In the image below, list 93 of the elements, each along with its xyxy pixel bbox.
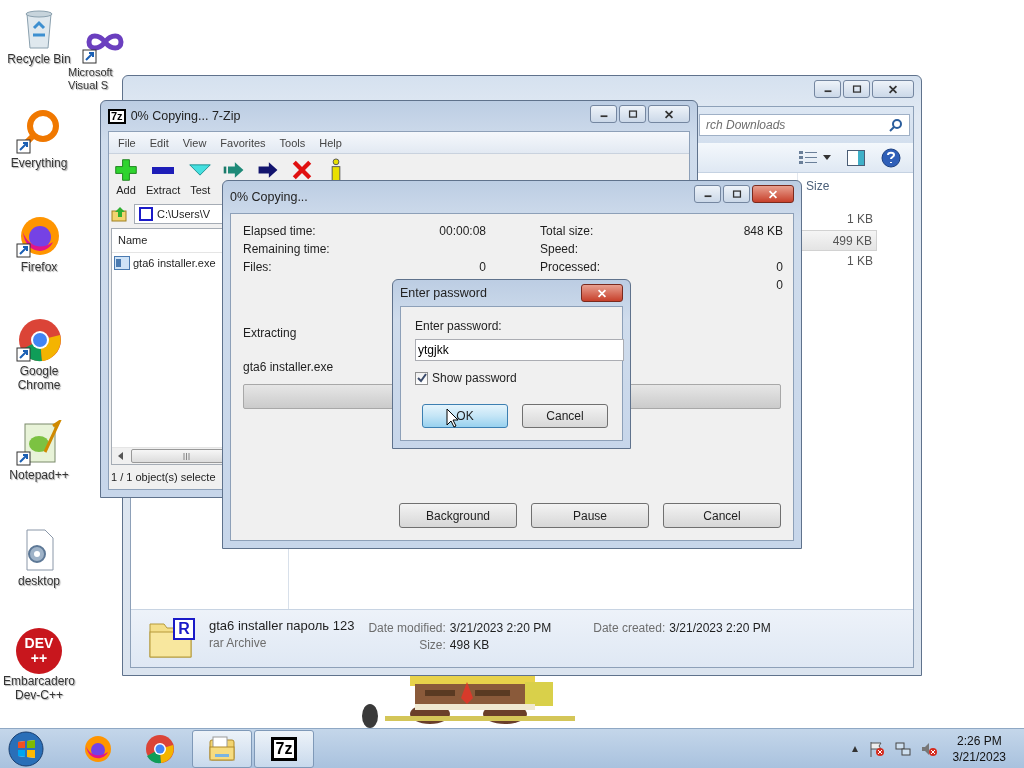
desktop-icon-label[interactable]: Everything xyxy=(0,156,78,170)
menu-item[interactable]: Favorites xyxy=(213,134,273,151)
preview-pane-icon[interactable] xyxy=(847,149,865,166)
minimize-button[interactable] xyxy=(694,185,721,203)
toolbar-button[interactable]: Test xyxy=(183,158,218,196)
stat-label: Remaining time: xyxy=(243,242,331,258)
checkbox[interactable] xyxy=(415,371,428,385)
maximize-button[interactable] xyxy=(619,105,646,123)
desktop-icon-label[interactable]: Google Chrome xyxy=(0,364,78,392)
window-title: 0% Copying... xyxy=(230,190,308,204)
maximize-icon xyxy=(850,84,863,94)
stat-value: 0 xyxy=(775,260,783,276)
stat-label: Total size: xyxy=(540,224,595,240)
stat-value: 848 KB xyxy=(743,224,783,240)
dialog-button[interactable]: OK xyxy=(422,404,508,428)
file-explorer-taskbar-button[interactable] xyxy=(192,729,252,768)
desktop-icon-label[interactable]: Embarcadero Dev-C++ xyxy=(0,674,78,702)
grip-icon xyxy=(182,452,190,460)
7-zip-logo: 7z xyxy=(108,108,126,124)
stat-value: 0 xyxy=(478,260,486,276)
view-options-icon[interactable] xyxy=(799,149,817,166)
desktop-icon-label[interactable]: Recycle Bin xyxy=(0,52,78,66)
maximize-icon xyxy=(626,109,639,119)
info-icon xyxy=(331,158,342,182)
checkbox-label[interactable]: Show password xyxy=(432,371,517,385)
chrome-icon xyxy=(145,733,175,764)
dev-cpp-logo: DEV ++ xyxy=(16,628,62,674)
stat-label: Speed: xyxy=(540,242,580,258)
maximize-icon xyxy=(730,189,743,199)
menu-item[interactable]: Help xyxy=(312,134,349,151)
close-icon xyxy=(767,189,779,199)
file-icon xyxy=(114,256,130,270)
minimize-button[interactable] xyxy=(590,105,617,123)
dialog-button[interactable]: Pause xyxy=(531,503,649,528)
caret-up-icon[interactable] xyxy=(850,745,859,752)
detail-value: 498 KB xyxy=(449,638,491,652)
dialog-button[interactable]: Cancel xyxy=(663,503,781,528)
flag-icon[interactable] xyxy=(868,740,885,757)
chrome-icon xyxy=(15,316,63,364)
menu-item[interactable]: View xyxy=(175,134,214,151)
desktop-icon-label[interactable]: Notepad++ xyxy=(0,468,78,482)
stat-value: 0 xyxy=(775,278,783,294)
notepad-icon xyxy=(15,420,63,468)
menu-item[interactable]: Tools xyxy=(272,134,313,151)
stat-label: Files: xyxy=(243,260,273,276)
close-button[interactable] xyxy=(648,105,690,123)
status-text: Extracting xyxy=(243,326,297,340)
desktop-icon-label[interactable]: Microsoft Visual S xyxy=(68,66,122,92)
detail-value: 3/21/2023 2:20 PM xyxy=(449,621,552,635)
dialog-button[interactable]: Background xyxy=(399,503,517,528)
close-button[interactable] xyxy=(581,284,623,302)
file-name[interactable]: gta6 installer.exe xyxy=(133,257,216,269)
detail-value: 3/21/2023 2:20 PM xyxy=(669,621,771,635)
dialog-button[interactable]: Cancel xyxy=(522,404,608,428)
window-title: Enter password xyxy=(400,286,487,300)
menu-item[interactable]: File xyxy=(111,134,143,151)
stat-value: 00:00:08 xyxy=(439,224,486,240)
detail-label: Date created: xyxy=(593,621,666,635)
clock-date[interactable]: 3/21/2023 xyxy=(952,748,1006,765)
detail-label: Date modified: xyxy=(368,621,446,635)
password-field[interactable]: ytgjkk xyxy=(415,339,624,361)
file-type: rar Archive xyxy=(209,636,268,650)
clock-time[interactable]: 2:26 PM xyxy=(956,732,1002,749)
desktop-icon-label[interactable]: Firefox xyxy=(0,260,78,274)
plus-icon xyxy=(114,158,138,182)
file-name: gta6 installer пароль 123 xyxy=(209,618,355,633)
desktop-icon-label[interactable]: desktop xyxy=(0,574,78,588)
close-icon xyxy=(596,288,608,298)
toolbar-button[interactable]: Add xyxy=(109,158,143,196)
detail-label: Size: xyxy=(418,638,446,652)
stat-label: Elapsed time: xyxy=(243,224,317,240)
search-field[interactable]: rch Downloads xyxy=(699,114,910,136)
7-zip-taskbar-button[interactable]: 7z xyxy=(254,729,314,768)
close-button[interactable] xyxy=(752,185,794,203)
archive-icon xyxy=(139,207,153,221)
current-file: gta6 installer.exe xyxy=(243,360,334,374)
firefox-icon xyxy=(83,733,113,764)
close-icon xyxy=(663,109,675,119)
search-icon[interactable] xyxy=(889,118,903,132)
field-label: Enter password: xyxy=(415,319,503,333)
folder-icon xyxy=(207,733,237,764)
stat-label: Processed: xyxy=(540,260,602,276)
close-icon xyxy=(887,84,899,94)
minus-icon xyxy=(152,167,175,174)
status-text: 1 / 1 object(s) selecte xyxy=(110,470,217,485)
window-title: 0% Copying... 7-Zip xyxy=(130,109,241,123)
maximize-button[interactable] xyxy=(723,185,750,203)
help-icon[interactable] xyxy=(881,147,901,168)
network-icon[interactable] xyxy=(894,740,911,757)
caret-icon[interactable] xyxy=(823,155,831,160)
toolbar-button[interactable]: Extract xyxy=(143,158,184,196)
menu-item[interactable]: Edit xyxy=(142,134,176,151)
start-button[interactable] xyxy=(6,728,46,768)
